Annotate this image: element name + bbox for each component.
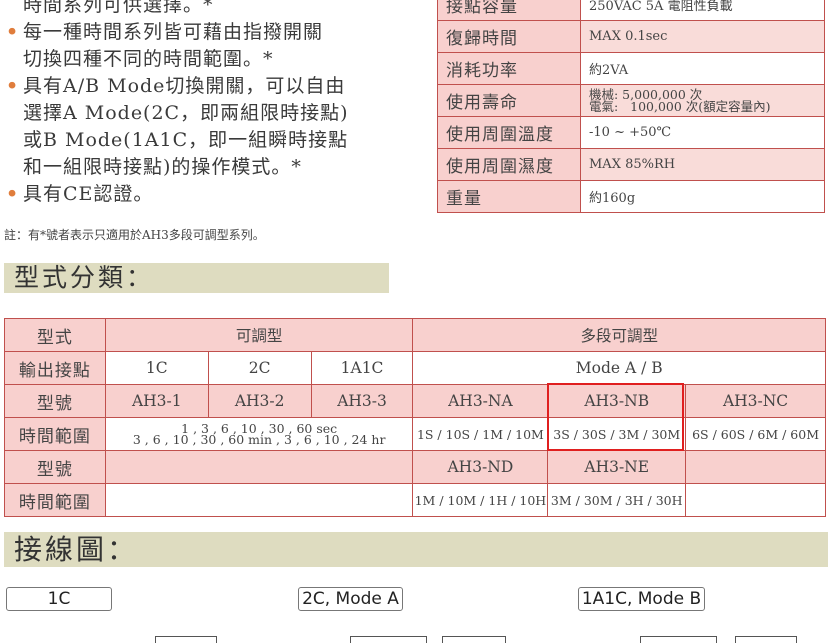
row-label: 輸出接點 <box>4 351 106 385</box>
selected-model-highlight <box>547 383 684 451</box>
bullet-icon: • <box>6 21 20 43</box>
feature-line: 和一組限時接點)的操作模式。* <box>23 156 302 178</box>
range-row: 時間範圍 1 , 3 , 6 , 10 , 30 , 60 sec 3 , 6 … <box>4 417 826 451</box>
bullet-icon: • <box>6 75 20 97</box>
model-row: 型號 AH3-ND AH3-NE <box>4 450 826 484</box>
range-adjustable: 1 , 3 , 6 , 10 , 30 , 60 sec 3 , 6 , 10 … <box>104 417 414 451</box>
feature-line: 選擇A Mode(2C，即兩組限時接點) <box>23 102 349 124</box>
type-header-row: 型式 可調型 多段可調型 <box>4 318 826 352</box>
type-table: 型式 可調型 多段可調型 輸出接點 1C 2C 1A1C Mode A / B … <box>4 318 826 517</box>
empty-cell <box>685 483 826 517</box>
feature-item: 時間系列可供選擇。* <box>6 0 386 19</box>
model-cell: AH3-3 <box>310 384 414 418</box>
model-cell: AH3-1 <box>104 384 209 418</box>
feature-item: • 具有A/B Mode切換開關，可以自由 選擇A Mode(2C，即兩組限時接… <box>6 73 386 181</box>
section-wiring-bar: 接線圖： <box>4 532 828 567</box>
range-cell: 1S / 10S / 1M / 10M <box>412 417 549 451</box>
spec-key: 消耗功率 <box>437 52 581 85</box>
row-label: 時間範圍 <box>4 483 106 517</box>
wiring-label-1c: 1C <box>6 587 112 611</box>
spec-key: 接點容量 <box>437 0 581 21</box>
spec-table: 接點容量 250VAC 5A 電阻性負載 復歸時間 MAX 0.1sec 消耗功… <box>437 0 825 213</box>
feature-line: 具有A/B Mode切換開關，可以自由 <box>23 75 346 97</box>
range-cell: 1M / 10M / 1H / 10H <box>412 483 549 517</box>
empty-cell <box>104 483 414 517</box>
spec-row: 重量 約160g <box>437 180 825 213</box>
spec-value: MAX 85%RH <box>580 148 825 181</box>
spec-value: -10 ~ +50℃ <box>580 116 825 149</box>
wiring-label-1a1c: 1A1C, Mode B <box>578 587 705 611</box>
output-1c: 1C <box>104 351 209 385</box>
spec-key: 復歸時間 <box>437 20 581 53</box>
spec-key: 使用周圍溫度 <box>437 116 581 149</box>
range-cell: 3M / 30M / 3H / 30H <box>547 483 687 517</box>
row-label: 型式 <box>4 318 106 352</box>
feature-line: 切換四種不同的時間範圍。* <box>23 48 274 70</box>
row-label: 時間範圍 <box>4 417 106 451</box>
spec-key: 使用周圍濕度 <box>437 148 581 181</box>
group-adjustable: 可調型 <box>104 318 414 352</box>
spec-row: 消耗功率 約2VA <box>437 52 825 85</box>
range-line: 3 , 6 , 10 , 30 , 60 min , 3 , 6 , 10 , … <box>132 432 386 447</box>
section-types-title: 型式分類： <box>14 263 155 292</box>
spec-value: MAX 0.1sec <box>580 20 825 53</box>
footnote: 註：有*號者表示只適用於AH3多段可調型系列。 <box>4 228 265 242</box>
model-cell: AH3-2 <box>207 384 312 418</box>
spec-value: 機械: 5,000,000 次 電氣: 100,000 次(額定容量內) <box>580 84 825 117</box>
spec-value: 250VAC 5A 電阻性負載 <box>580 0 825 21</box>
feature-item: • 具有CE認證。 <box>6 181 386 208</box>
output-2c: 2C <box>207 351 312 385</box>
range-row: 時間範圍 1M / 10M / 1H / 10H 3M / 30M / 3H /… <box>4 483 826 517</box>
spec-row: 使用壽命 機械: 5,000,000 次 電氣: 100,000 次(額定容量內… <box>437 84 825 117</box>
output-row: 輸出接點 1C 2C 1A1C Mode A / B <box>4 351 826 385</box>
feature-line: 每一種時間系列皆可藉由指撥開關 <box>23 21 324 43</box>
feature-line: 具有CE認證。 <box>23 183 154 205</box>
spec-value: 約160g <box>580 180 825 213</box>
model-cell: AH3-NA <box>412 384 549 418</box>
model-cell: AH3-NE <box>547 450 687 484</box>
empty-cell <box>685 450 826 484</box>
spec-row: 使用周圍濕度 MAX 85%RH <box>437 148 825 181</box>
feature-list: 時間系列可供選擇。* • 每一種時間系列皆可藉由指撥開關 切換四種不同的時間範圍… <box>6 0 386 208</box>
feature-line: 或B Mode(1A1C，即一組瞬時接點 <box>23 129 349 151</box>
spec-value-line: 電氣: 100,000 次(額定容量內) <box>589 98 771 114</box>
output-1a1c: 1A1C <box>310 351 414 385</box>
spec-key: 重量 <box>437 180 581 213</box>
model-cell: AH3-ND <box>412 450 549 484</box>
model-row: 型號 AH3-1 AH3-2 AH3-3 AH3-NA AH3-NB AH3-N… <box>4 384 826 418</box>
bullet-icon: • <box>6 183 20 205</box>
spec-row: 復歸時間 MAX 0.1sec <box>437 20 825 53</box>
group-multi: 多段可調型 <box>412 318 826 352</box>
output-mode: Mode A / B <box>412 351 826 385</box>
section-types-bar: 型式分類： <box>4 263 389 293</box>
feature-item: • 每一種時間系列皆可藉由指撥開關 切換四種不同的時間範圍。* <box>6 19 386 73</box>
range-cell: 6S / 60S / 6M / 60M <box>685 417 826 451</box>
wiring-label-2c: 2C, Mode A <box>298 587 403 611</box>
spec-row: 接點容量 250VAC 5A 電阻性負載 <box>437 0 825 21</box>
section-wiring-title: 接線圖： <box>14 533 139 566</box>
spec-value: 約2VA <box>580 52 825 85</box>
empty-cell <box>104 450 414 484</box>
feature-line: 時間系列可供選擇。* <box>23 0 214 16</box>
model-cell: AH3-NC <box>685 384 826 418</box>
spec-key: 使用壽命 <box>437 84 581 117</box>
spec-row: 使用周圍溫度 -10 ~ +50℃ <box>437 116 825 149</box>
row-label: 型號 <box>4 384 106 418</box>
row-label: 型號 <box>4 450 106 484</box>
